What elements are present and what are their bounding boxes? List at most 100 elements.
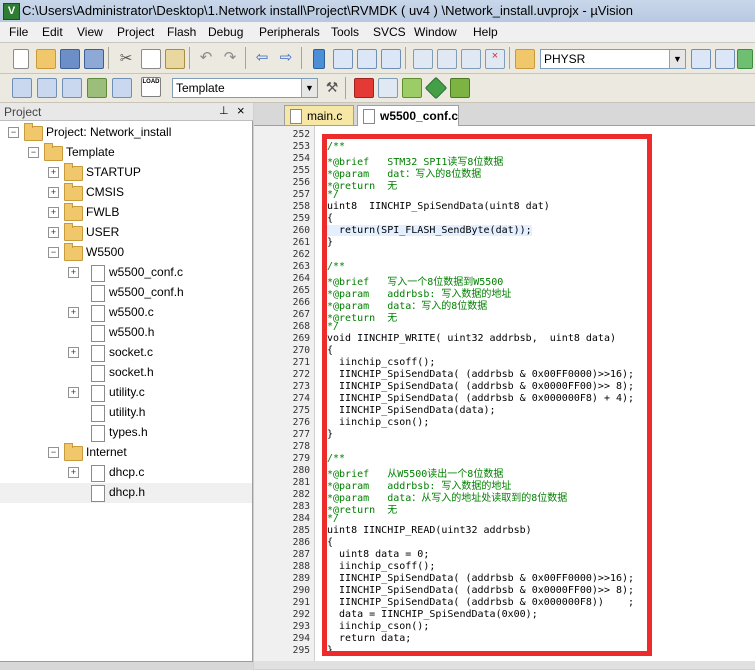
code-line[interactable]: {	[327, 345, 333, 356]
code-line[interactable]: {	[327, 213, 333, 224]
tree-item[interactable]: − Internet	[0, 443, 252, 463]
code-line[interactable]: }	[327, 237, 333, 248]
navigate-forward-icon[interactable]: ⇨	[277, 49, 295, 67]
expand-icon[interactable]: +	[68, 267, 79, 278]
packs-icon[interactable]	[402, 78, 422, 98]
code-line[interactable]: /**	[327, 453, 345, 464]
undo-icon[interactable]: ↶	[197, 49, 215, 67]
rebuild-icon[interactable]	[62, 78, 82, 98]
tree-item[interactable]: + CMSIS	[0, 183, 252, 203]
navigate-back-icon[interactable]: ⇦	[253, 49, 271, 67]
code-line[interactable]: */	[327, 513, 339, 524]
tree-item[interactable]: w5500.h	[0, 323, 252, 343]
code-line[interactable]: IINCHIP_SpiSendData( (addrbsb & 0x000000…	[327, 393, 634, 404]
code-line[interactable]: }	[327, 645, 333, 656]
stop-build-icon[interactable]	[112, 78, 132, 98]
code-line[interactable]: data = IINCHIP_SpiSendData(0x00);	[327, 609, 538, 620]
code-line[interactable]: return data;	[327, 633, 411, 644]
tree-item[interactable]: + w5500_conf.c	[0, 263, 252, 283]
code-line[interactable]: }	[327, 429, 333, 440]
menu-view[interactable]: View	[77, 25, 103, 39]
expand-icon[interactable]: +	[68, 347, 79, 358]
new-file-icon[interactable]	[13, 49, 29, 69]
debug-icon[interactable]	[737, 49, 753, 69]
code-line[interactable]: uint8 IINCHIP_READ(uint32 addrbsb)	[327, 525, 532, 536]
open-folder-icon[interactable]	[36, 49, 56, 69]
find-icon[interactable]	[691, 49, 711, 69]
tree-item[interactable]: + w5500.c	[0, 303, 252, 323]
download-icon[interactable]: LOAD	[141, 77, 161, 97]
pack-installer-icon[interactable]	[424, 76, 448, 100]
tree-item[interactable]: + socket.c	[0, 343, 252, 363]
code-line[interactable]: */	[327, 321, 339, 332]
expand-icon[interactable]: +	[48, 207, 59, 218]
tree-item[interactable]: types.h	[0, 423, 252, 443]
tab-main-c[interactable]: main.c	[284, 105, 354, 125]
code-line[interactable]: IINCHIP_SpiSendData( (addrbsb & 0x0000FF…	[327, 585, 634, 596]
collapse-icon[interactable]: −	[48, 447, 59, 458]
target-options-icon[interactable]: ⚒	[323, 78, 341, 96]
code-line[interactable]: {	[327, 537, 333, 548]
tree-item[interactable]: + utility.c	[0, 383, 252, 403]
code-editor[interactable]: 252 253 254 255 256 257 258 259 260 261 262 263 264 2…	[254, 126, 755, 669]
incremental-find-icon[interactable]	[715, 49, 735, 69]
tree-item[interactable]: + STARTUP	[0, 163, 252, 183]
chevron-down-icon[interactable]: ▼	[301, 79, 317, 97]
code-line[interactable]: IINCHIP_SpiSendData( (addrbsb & 0x00FF00…	[327, 369, 634, 380]
file-extensions-icon[interactable]	[378, 78, 398, 98]
code-line[interactable]: IINCHIP_SpiSendData(data);	[327, 405, 496, 416]
code-line[interactable]: iinchip_csoff();	[327, 561, 435, 572]
tree-item[interactable]: + USER	[0, 223, 252, 243]
menu-window[interactable]: Window	[414, 25, 457, 39]
code-line[interactable]: uint8 data = 0;	[327, 549, 429, 560]
paste-icon[interactable]	[165, 49, 185, 69]
manage-components-icon[interactable]	[354, 78, 374, 98]
code-line[interactable]: IINCHIP_SpiSendData( (addrbsb & 0x000000…	[327, 597, 634, 608]
expand-icon[interactable]: +	[68, 307, 79, 318]
tree-item[interactable]: socket.h	[0, 363, 252, 383]
expand-icon[interactable]: +	[68, 387, 79, 398]
expand-icon[interactable]: +	[68, 467, 79, 478]
tree-item[interactable]: − W5500	[0, 243, 252, 263]
menu-edit[interactable]: Edit	[42, 25, 63, 39]
unindent-icon[interactable]	[437, 49, 457, 69]
translate-icon[interactable]	[12, 78, 32, 98]
find-combo[interactable]: PHYSR ▼	[540, 49, 686, 69]
expand-icon[interactable]: +	[48, 187, 59, 198]
code-line[interactable]: void IINCHIP_WRITE( uint32 addrbsb, uint…	[327, 333, 616, 344]
tree-item[interactable]: utility.h	[0, 403, 252, 423]
horizontal-scrollbar[interactable]	[254, 661, 755, 669]
collapse-icon[interactable]: −	[48, 247, 59, 258]
code-line[interactable]: return(SPI_FLASH_SendByte(dat));	[327, 225, 532, 236]
save-all-icon[interactable]	[84, 49, 104, 69]
bookmark-icon[interactable]	[313, 49, 325, 69]
batch-build-icon[interactable]	[87, 78, 107, 98]
code-line[interactable]: uint8 IINCHIP_SpiSendData(uint8 dat)	[327, 201, 550, 212]
tree-item[interactable]: w5500_conf.h	[0, 283, 252, 303]
code-line[interactable]: */	[327, 189, 339, 200]
menu-tools[interactable]: Tools	[331, 25, 359, 39]
redo-icon[interactable]: ↷	[221, 49, 239, 67]
expand-icon[interactable]: +	[48, 167, 59, 178]
next-bookmark-icon[interactable]	[357, 49, 377, 69]
indent-icon[interactable]	[413, 49, 433, 69]
menu-peripherals[interactable]: Peripherals	[259, 25, 320, 39]
tree-item[interactable]: − Template	[0, 143, 252, 163]
code-line[interactable]: /**	[327, 141, 345, 152]
menu-flash[interactable]: Flash	[167, 25, 196, 39]
tree-item[interactable]: + dhcp.c	[0, 463, 252, 483]
menu-help[interactable]: Help	[473, 25, 498, 39]
tree-item[interactable]: dhcp.h	[0, 483, 252, 503]
menu-file[interactable]: File	[9, 25, 28, 39]
prev-bookmark-icon[interactable]	[333, 49, 353, 69]
chevron-down-icon[interactable]: ▼	[669, 50, 685, 68]
run-time-environment-icon[interactable]	[450, 78, 470, 98]
tab-w5500-conf-c[interactable]: w5500_conf.c	[357, 105, 459, 126]
menu-svcs[interactable]: SVCS	[373, 25, 406, 39]
cut-icon[interactable]: ✂	[117, 49, 135, 67]
copy-icon[interactable]	[141, 49, 161, 69]
collapse-icon[interactable]: −	[8, 127, 19, 138]
uncomment-icon[interactable]: ×	[485, 49, 505, 69]
pin-icon[interactable]: ⊥	[219, 104, 229, 117]
code-line[interactable]: iinchip_csoff();	[327, 357, 435, 368]
